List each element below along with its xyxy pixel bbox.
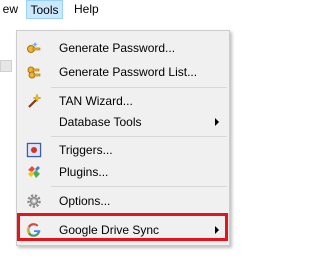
menu-item-label: Generate Password List... bbox=[59, 65, 198, 79]
menu-item-database-tools[interactable]: Database Tools bbox=[19, 111, 227, 133]
magic-wand-icon bbox=[28, 93, 42, 108]
menu-bar: ew Tools Help bbox=[0, 0, 244, 19]
triggers-icon bbox=[26, 142, 42, 158]
menu-item-label: Generate Password... bbox=[59, 41, 176, 55]
plugins-icon bbox=[28, 166, 40, 178]
menu-separator bbox=[51, 136, 227, 137]
menu-item-label: Triggers... bbox=[59, 143, 113, 157]
menu-item-label: Database Tools bbox=[59, 115, 142, 129]
toolbar-button-icon[interactable] bbox=[0, 60, 12, 72]
menu-item-label: Plugins... bbox=[59, 165, 109, 179]
menu-help[interactable]: Help bbox=[74, 0, 104, 19]
menu-separator bbox=[51, 186, 227, 187]
options-gear-icon bbox=[27, 194, 41, 208]
menu-tools[interactable]: Tools bbox=[26, 0, 63, 19]
menu-item-label: Options... bbox=[59, 194, 111, 208]
menu-item-options[interactable]: Options... bbox=[19, 190, 227, 212]
password-generator-icon bbox=[27, 42, 41, 53]
highlight-annotation-box bbox=[17, 213, 228, 241]
password-list-icon bbox=[27, 66, 41, 79]
submenu-arrow-icon bbox=[215, 118, 219, 126]
menu-item-generate-password-list[interactable]: Generate Password List... bbox=[19, 61, 227, 83]
menu-item-label: TAN Wizard... bbox=[59, 94, 133, 108]
toolbar-edge bbox=[0, 19, 15, 268]
menu-item-tan-wizard[interactable]: TAN Wizard... bbox=[19, 90, 227, 112]
menu-view[interactable]: ew bbox=[0, 0, 18, 19]
menu-item-triggers[interactable]: Triggers... bbox=[19, 139, 227, 161]
menu-item-generate-password[interactable]: Generate Password... bbox=[19, 37, 227, 59]
menu-separator bbox=[51, 87, 227, 88]
menu-item-plugins[interactable]: Plugins... bbox=[19, 161, 227, 183]
